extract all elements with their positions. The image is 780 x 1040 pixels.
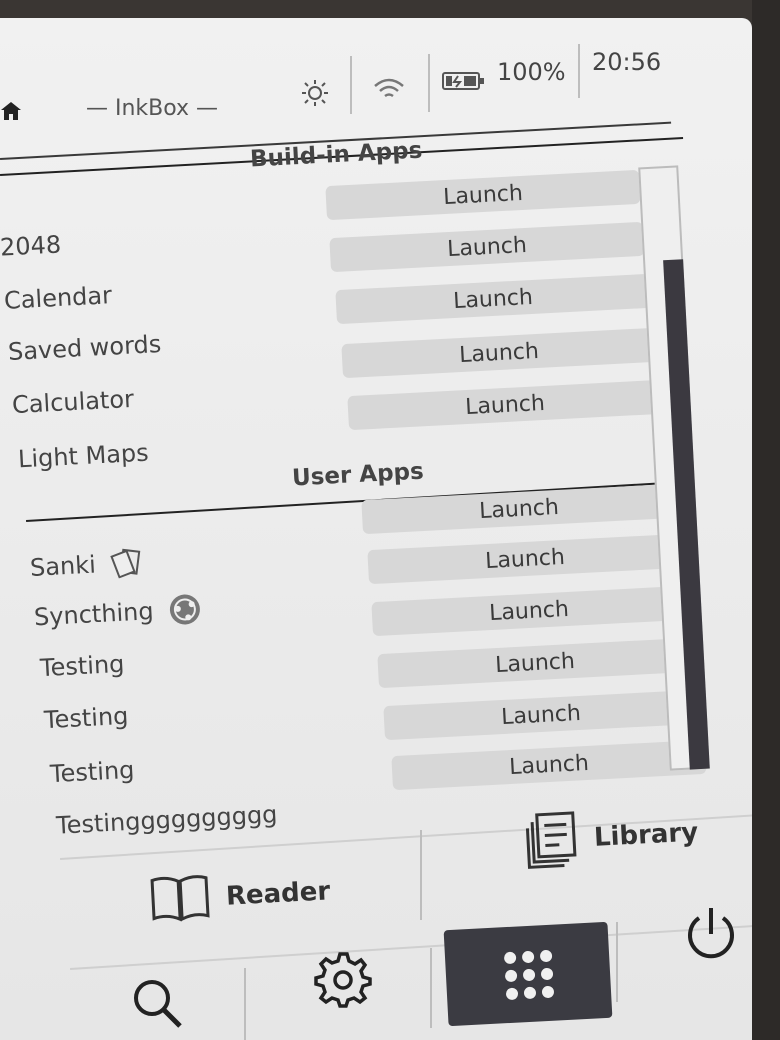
search-icon[interactable] [130,976,186,1032]
library-icon [525,811,577,869]
launch-button[interactable]: Launch [361,483,677,535]
home-icon[interactable] [0,100,22,122]
status-divider [350,56,352,114]
app-label-testinggg: Testingggggggggg [55,800,279,840]
launch-button-testing[interactable]: Launch [377,637,693,689]
app-name: Syncthing [33,597,155,632]
reader-label: Reader [225,876,331,912]
app-label-calculator: Calculator [11,384,135,420]
status-bar: — InkBox — 100% 20:56 [0,18,752,128]
launch-button-saved-words[interactable]: Launch [341,327,657,379]
app-label-light-maps: Light Maps [17,438,150,474]
clock: 20:56 [592,48,662,76]
user-apps-header: User Apps [291,458,425,492]
launch-button-2048[interactable]: Launch [329,221,645,273]
toolbar-divider [616,922,618,1002]
device-bezel [752,0,780,1040]
launch-button-testing[interactable]: Launch [391,739,707,791]
library-label: Library [593,817,699,853]
launch-button-testing[interactable]: Launch [383,689,699,741]
toolbar-divider [244,968,246,1040]
launch-button[interactable]: Launch [325,169,641,221]
reader-button[interactable]: Reader [149,865,332,926]
app-label-sanki: Sanki [29,547,144,583]
cards-icon [110,548,141,579]
launch-button-calculator[interactable]: Launch [347,379,663,431]
battery-percentage: 100% [497,58,566,86]
toolbar-divider [430,948,432,1028]
nav-divider [420,830,422,920]
app-label-calendar: Calendar [3,281,113,315]
launch-button-calendar[interactable]: Launch [335,273,651,325]
apps-tab[interactable] [443,921,613,1027]
syncthing-icon [169,594,200,625]
brightness-icon[interactable] [300,78,330,108]
toolbar-divider [70,924,752,970]
launch-button-sanki[interactable]: Launch [367,533,683,585]
device-screen: — InkBox — 100% 20:56 Build-in Apps Laun… [0,18,752,1040]
book-icon [150,875,210,922]
library-button[interactable]: Library [523,803,700,870]
gear-icon[interactable] [312,948,372,1008]
wifi-icon[interactable] [372,74,406,104]
scrollbar-thumb[interactable] [663,259,710,770]
launch-button-syncthing[interactable]: Launch [371,585,687,637]
app-label-testing: Testing [49,755,136,789]
status-divider [578,44,580,98]
app-label-2048: 2048 [0,230,62,262]
app-label-syncthing: Syncthing [33,592,202,635]
apps-grid-icon [504,950,554,1000]
scrollbar[interactable] [638,165,710,771]
power-icon[interactable] [682,904,740,964]
status-divider [428,54,430,112]
app-label-saved-words: Saved words [7,330,162,366]
battery-icon [442,72,484,90]
app-title: — InkBox — [86,96,219,121]
app-label-testing: Testing [39,649,126,683]
app-name: Sanki [29,550,97,582]
app-label-testing: Testing [43,701,130,735]
